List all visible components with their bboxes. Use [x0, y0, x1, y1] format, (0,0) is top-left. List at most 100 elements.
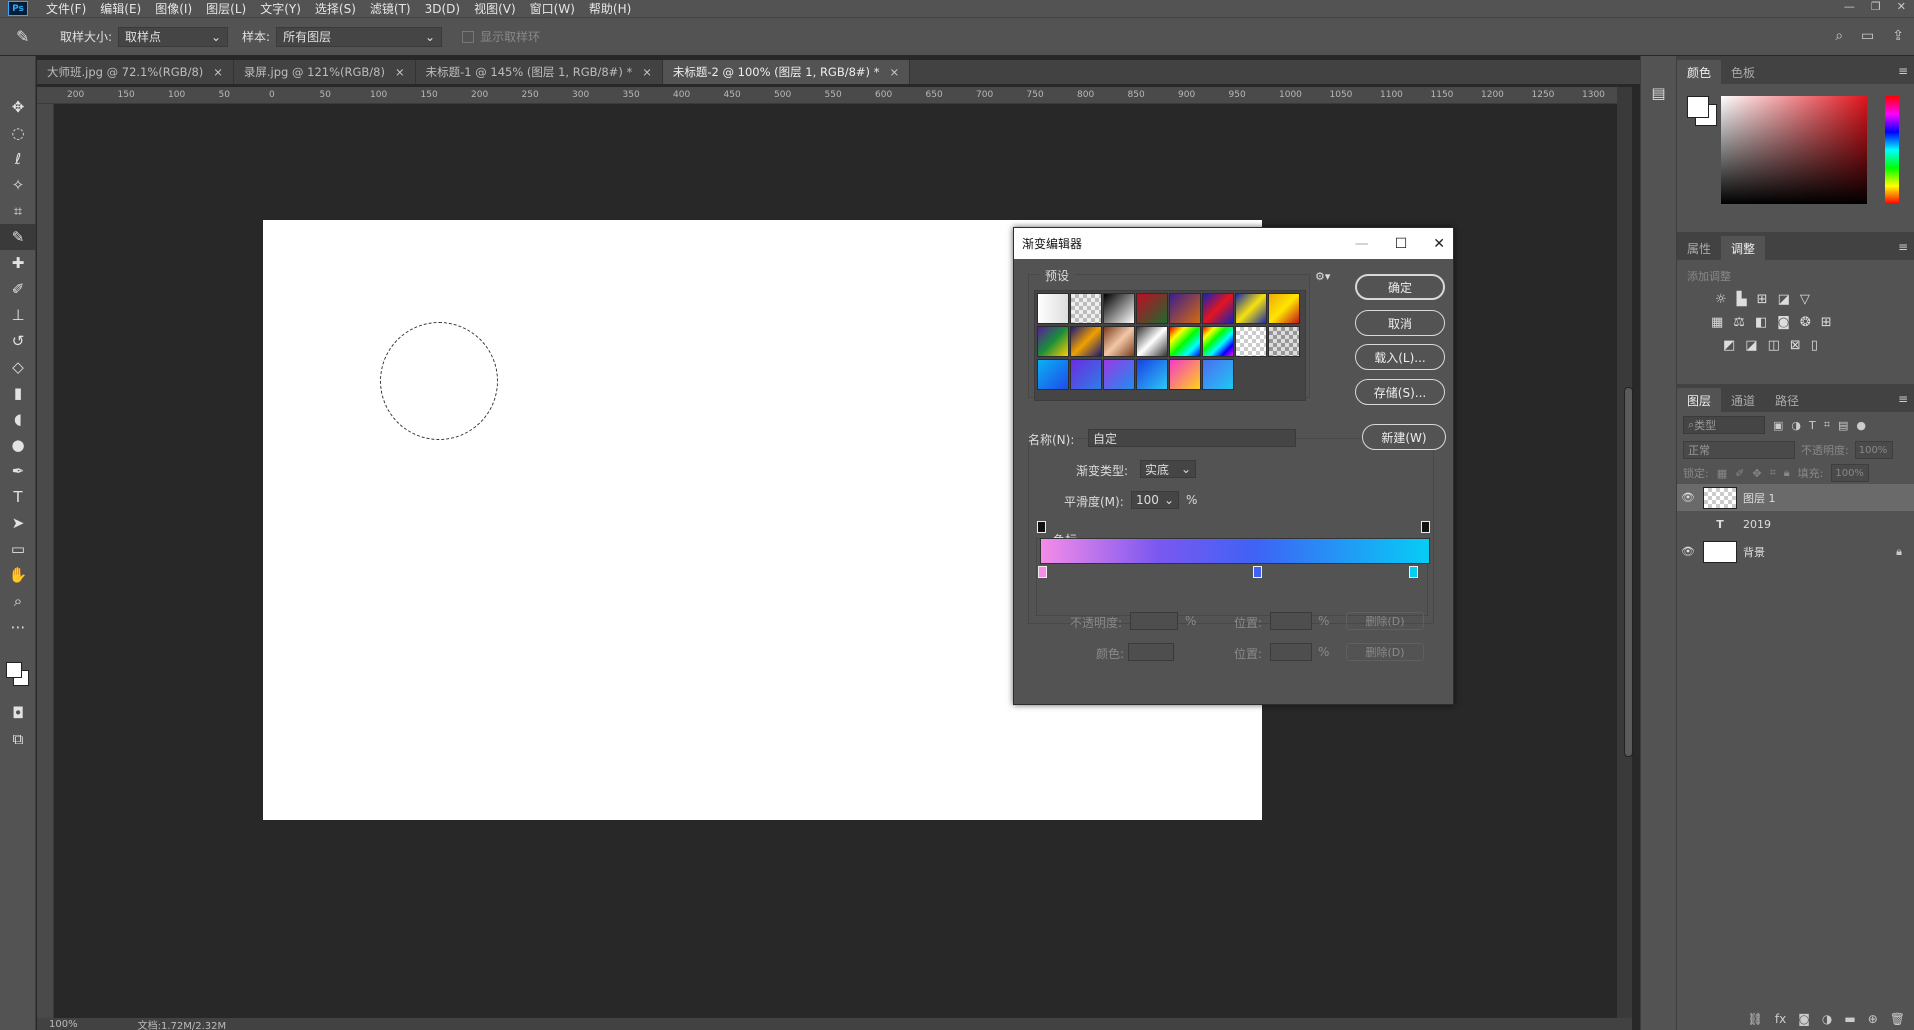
trash-icon[interactable]: 🗑︎	[1890, 1012, 1905, 1026]
fill-input[interactable]: 100%	[1831, 464, 1870, 482]
tab-swatches[interactable]: 色板	[1721, 60, 1765, 84]
type-tool-icon[interactable]: T	[0, 484, 36, 510]
link-icon[interactable]: ⛓	[1748, 1012, 1763, 1026]
menu-file[interactable]: 文件(F)	[46, 0, 86, 17]
smoothness-input[interactable]: 100 ⌄	[1131, 491, 1179, 509]
eye-icon[interactable]: 👁︎	[1677, 491, 1699, 504]
menu-type[interactable]: 文字(Y)	[260, 0, 301, 17]
tab-doc-1[interactable]: 大师班.jpg @ 72.1%(RGB/8) ×	[37, 60, 234, 84]
preset-gradient-swatch[interactable]	[1268, 293, 1300, 324]
filter-type-icon[interactable]: T	[1809, 419, 1816, 432]
tab-layers[interactable]: 图层	[1677, 388, 1722, 412]
layer-row[interactable]: · T 2019	[1677, 511, 1914, 538]
menu-filter[interactable]: 滤镜(T)	[370, 0, 411, 17]
workspace-icon[interactable]: ▭	[1861, 28, 1874, 44]
adjustment-layer-icon[interactable]: ◑	[1822, 1012, 1832, 1026]
filter-adjust-icon[interactable]: ◑	[1791, 419, 1801, 432]
exposure-icon[interactable]: ◪	[1778, 292, 1790, 307]
close-icon[interactable]: ×	[642, 65, 652, 79]
history-panel-icon[interactable]: ▤	[1641, 84, 1676, 102]
preset-gradient-swatch[interactable]	[1103, 359, 1135, 390]
panel-menu-icon[interactable]: ≡	[1898, 64, 1908, 78]
scrollbar-thumb[interactable]	[1624, 387, 1633, 757]
lock-artboard-icon[interactable]: ⌗	[1770, 466, 1776, 480]
sample-select[interactable]: 所有图层 ⌄	[276, 26, 443, 47]
path-select-icon[interactable]: ➤	[0, 510, 36, 536]
layer-row[interactable]: 👁︎ 图层 1	[1677, 484, 1914, 511]
preset-gradient-swatch[interactable]	[1070, 293, 1102, 324]
preset-gradient-swatch[interactable]	[1169, 326, 1201, 357]
brush-tool-icon[interactable]: ✐	[0, 276, 36, 302]
preset-gradient-swatch[interactable]	[1202, 359, 1234, 390]
preset-gradient-swatch[interactable]	[1037, 326, 1069, 357]
close-icon[interactable]: ✕	[1433, 236, 1445, 252]
lock-pixels-icon[interactable]: ✐	[1735, 467, 1744, 480]
menu-select[interactable]: 选择(S)	[315, 0, 356, 17]
foreground-color-swatch[interactable]	[6, 662, 22, 678]
delete-opacity-stop-button[interactable]: 删除(D)	[1346, 612, 1424, 630]
layer-filter-select[interactable]: ⌕ 类型	[1683, 416, 1765, 434]
ok-button[interactable]: 确定	[1355, 274, 1445, 300]
menu-3d[interactable]: 3D(D)	[425, 2, 460, 16]
new-button[interactable]: 新建(W)	[1362, 424, 1446, 450]
magic-wand-icon[interactable]: ✧	[0, 172, 36, 198]
vibrance-icon[interactable]: ▽	[1800, 292, 1810, 307]
panel-menu-icon[interactable]: ≡	[1898, 240, 1908, 254]
minimize-icon[interactable]: —	[1844, 0, 1855, 13]
pen-tool-icon[interactable]: ✒	[0, 458, 36, 484]
filter-pixel-icon[interactable]: ▣	[1773, 419, 1783, 432]
color-balance-icon[interactable]: ⚖	[1733, 315, 1745, 330]
tab-paths[interactable]: 路径	[1765, 388, 1809, 412]
quick-mask-icon[interactable]: ◘	[0, 700, 36, 726]
color-stop-end[interactable]	[1409, 566, 1418, 578]
dodge-tool-icon[interactable]: ●	[0, 432, 36, 458]
preset-gradient-swatch[interactable]	[1268, 326, 1300, 357]
threshold-icon[interactable]: ◫	[1768, 338, 1780, 353]
preset-gradient-swatch[interactable]	[1235, 326, 1267, 357]
opacity-stop-right[interactable]	[1421, 521, 1430, 533]
preset-gradient-swatch[interactable]	[1169, 359, 1201, 390]
screen-mode-icon[interactable]: ⧉	[0, 726, 36, 752]
opacity-stop-left[interactable]	[1037, 521, 1046, 533]
gradient-tool-icon[interactable]: ▮	[0, 380, 36, 406]
opacity-input[interactable]: 100%	[1854, 441, 1893, 459]
blur-tool-icon[interactable]: ◖	[0, 406, 36, 432]
delete-color-stop-button[interactable]: 删除(D)	[1346, 643, 1424, 661]
hand-tool-icon[interactable]: ✋	[0, 562, 36, 588]
tab-adjustments[interactable]: 调整	[1721, 236, 1766, 260]
filter-smart-icon[interactable]: ▤	[1838, 419, 1848, 432]
tab-color[interactable]: 颜色	[1677, 60, 1722, 84]
sample-size-select[interactable]: 取样点 ⌄	[118, 26, 229, 47]
preset-gradient-swatch[interactable]	[1202, 293, 1234, 324]
move-tool-icon[interactable]: ✥	[0, 94, 36, 120]
name-input[interactable]: 自定	[1088, 429, 1296, 447]
vertical-scrollbar[interactable]	[1617, 87, 1633, 1020]
gradient-preview-bar[interactable]	[1040, 538, 1430, 564]
hue-slider[interactable]	[1885, 96, 1899, 204]
blend-mode-select[interactable]: 正常	[1683, 441, 1795, 459]
restore-icon[interactable]: ❐	[1871, 0, 1881, 13]
eyedropper-tool-icon[interactable]: ✎	[0, 224, 36, 250]
eye-icon[interactable]: 👁︎	[1677, 545, 1699, 558]
color-position-input[interactable]	[1270, 643, 1312, 661]
close-icon[interactable]: ×	[889, 65, 899, 79]
levels-icon[interactable]: ▙	[1737, 292, 1747, 307]
tab-doc-2[interactable]: 录屏.jpg @ 121%(RGB/8) ×	[233, 60, 416, 84]
photo-filter-icon[interactable]: ◙	[1777, 315, 1790, 330]
menu-layer[interactable]: 图层(L)	[206, 0, 246, 17]
tab-doc-3[interactable]: 未标题-1 @ 145% (图层 1, RGB/8#) * ×	[415, 60, 663, 84]
preset-gradient-swatch[interactable]	[1235, 293, 1267, 324]
preset-gradient-swatch[interactable]	[1136, 293, 1168, 324]
filter-toggle-icon[interactable]: ●	[1856, 419, 1866, 432]
tab-doc-4[interactable]: 未标题-2 @ 100% (图层 1, RGB/8#) * ×	[662, 60, 911, 84]
preset-gradient-swatch[interactable]	[1103, 293, 1135, 324]
posterize-icon[interactable]: ◪	[1745, 338, 1757, 353]
menu-window[interactable]: 窗口(W)	[530, 0, 575, 17]
history-brush-icon[interactable]: ↺	[0, 328, 36, 354]
stamp-tool-icon[interactable]: ⊥	[0, 302, 36, 328]
share-icon[interactable]: ⇪	[1892, 28, 1904, 44]
tab-channels[interactable]: 通道	[1721, 388, 1765, 412]
more-tools-icon[interactable]: ⋯	[0, 614, 36, 640]
color-stop-mid[interactable]	[1253, 566, 1262, 578]
saturation-value-field[interactable]	[1721, 96, 1867, 204]
